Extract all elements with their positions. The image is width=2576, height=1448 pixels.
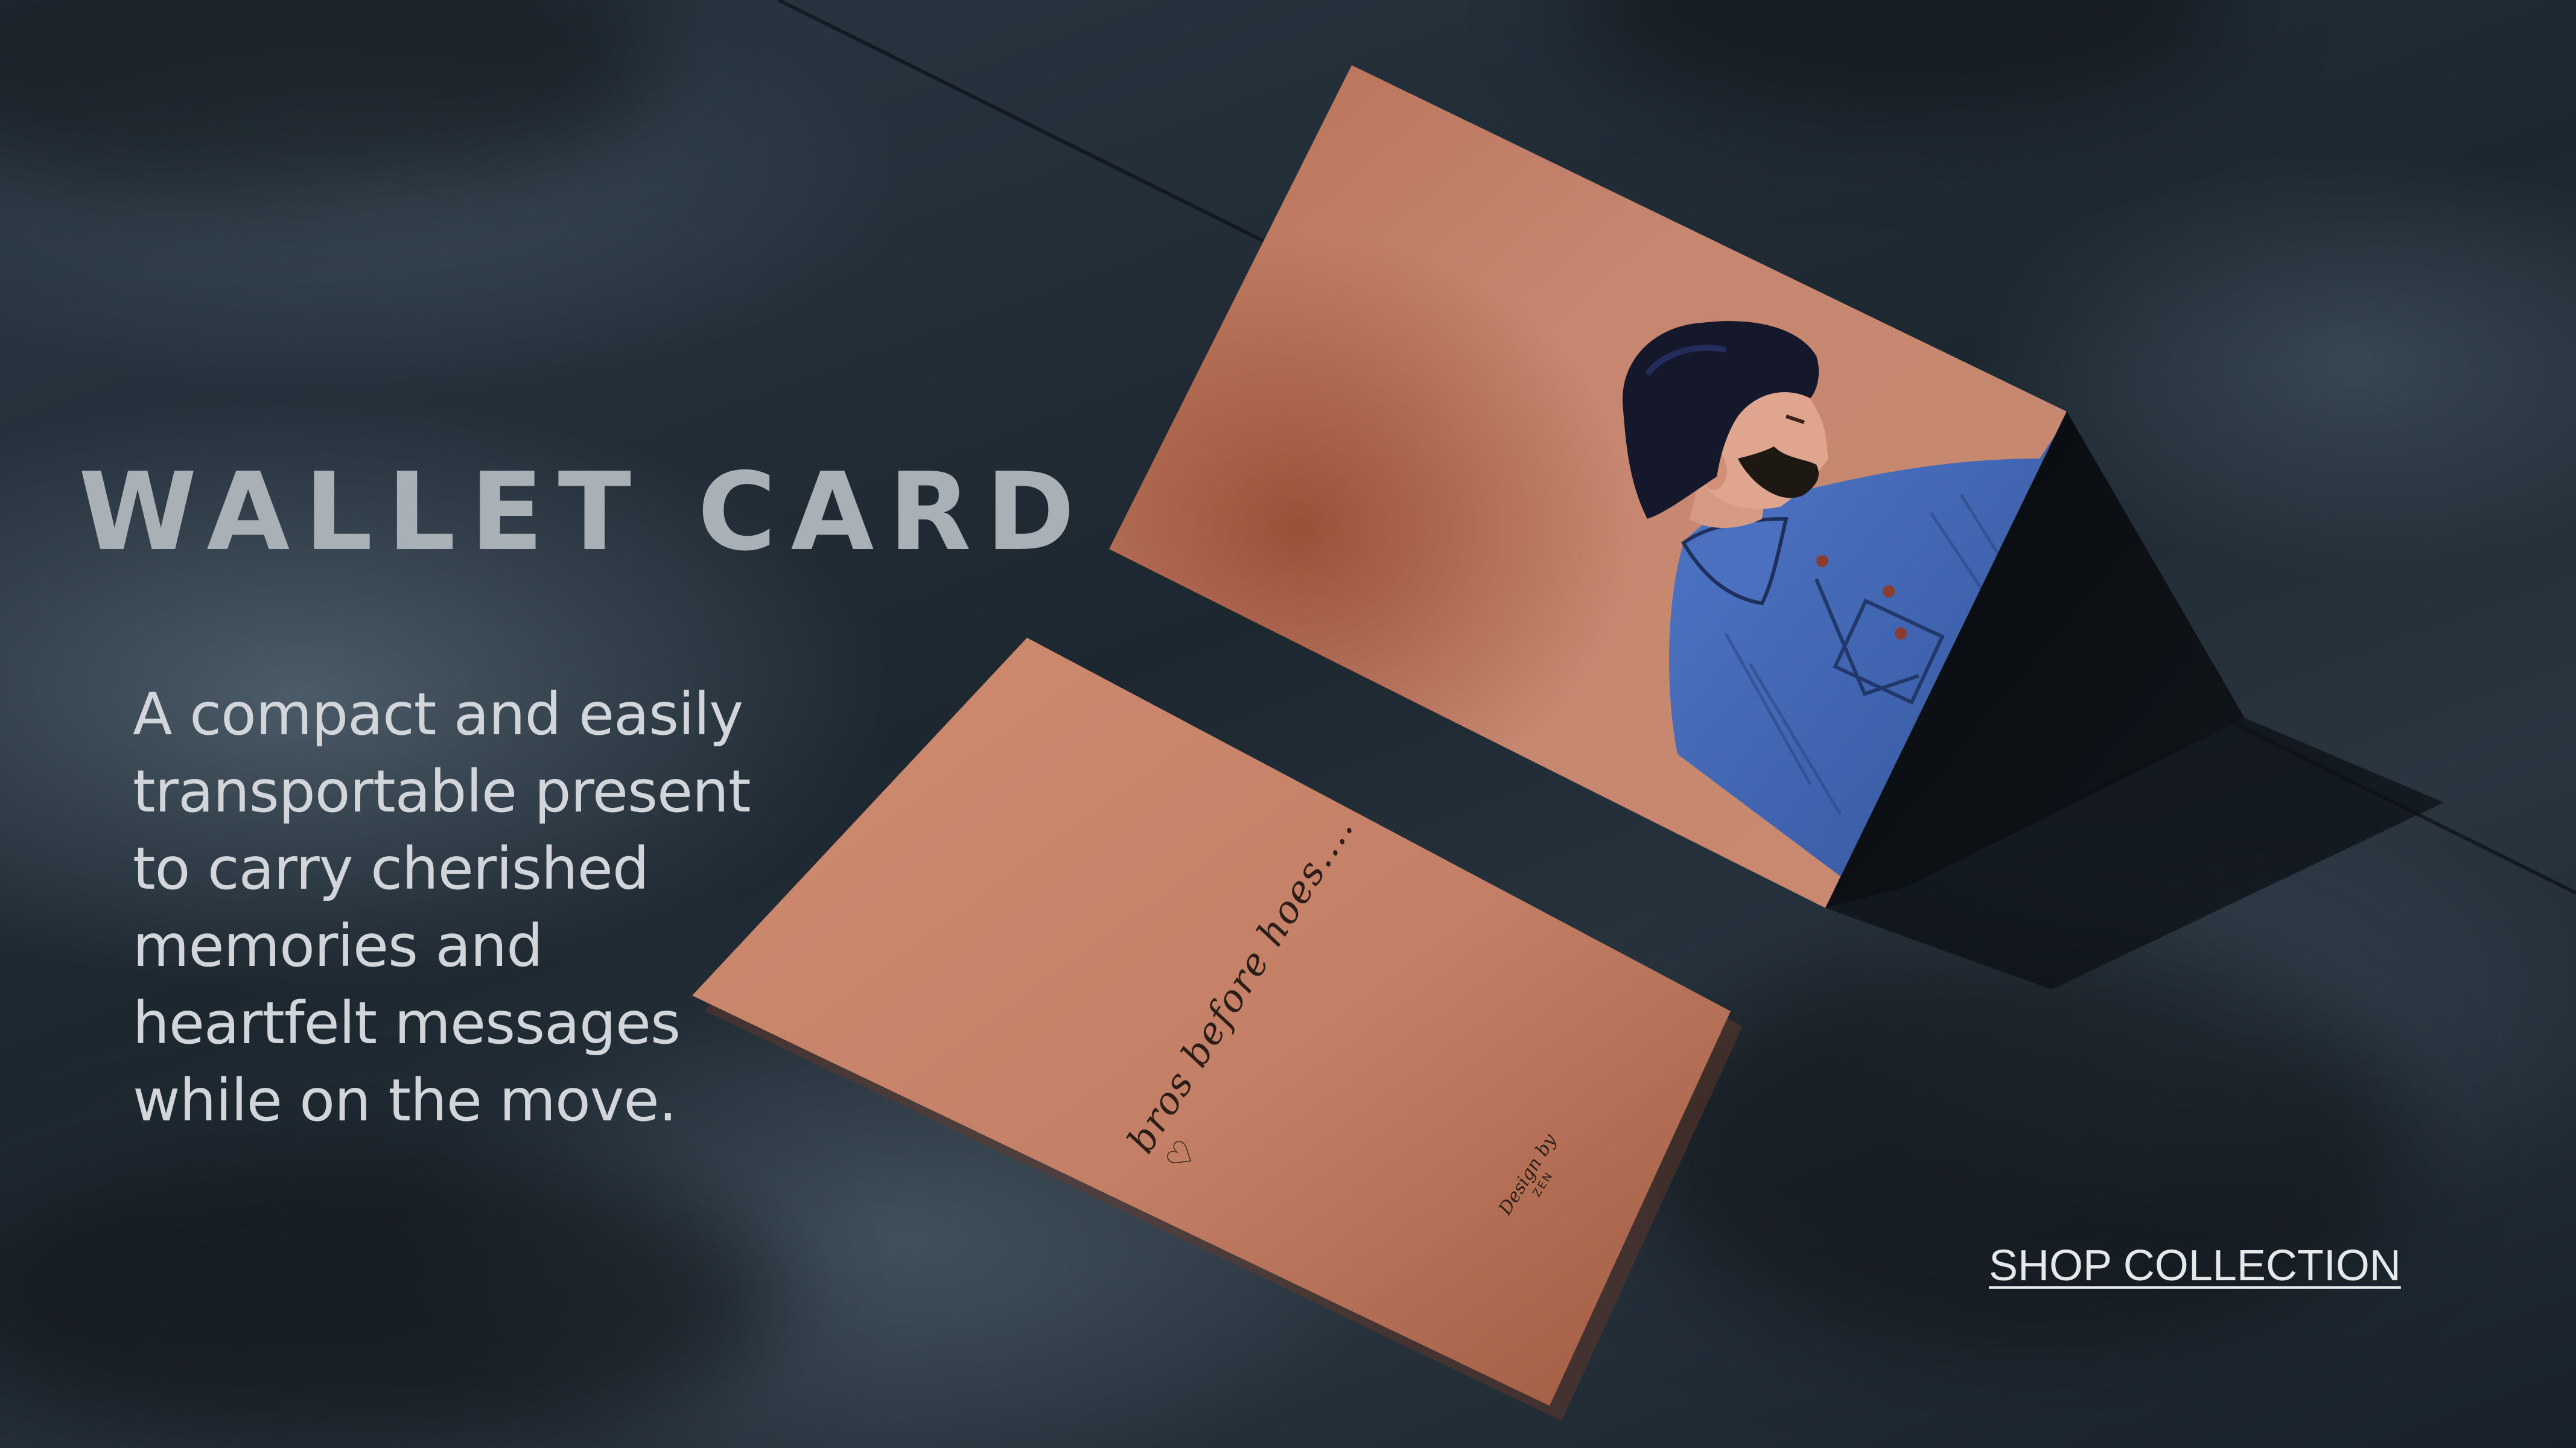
description-line: to carry cherished [133,835,649,903]
shop-collection-link[interactable]: SHOP COLLECTION [1989,1244,2401,1288]
description-line: while on the move. [133,1067,677,1134]
description-line: transportable present [133,758,751,825]
product-description: A compact and easily transportable prese… [133,676,809,1139]
product-banner: bros before hoes.... ♡ Design by ZEN WAL… [0,0,2576,1448]
description-line: A compact and easily [133,681,743,748]
page-title: WALLET CARD [78,449,1090,574]
description-line: memories and [133,912,543,980]
description-line: heartfelt messages [133,989,681,1057]
